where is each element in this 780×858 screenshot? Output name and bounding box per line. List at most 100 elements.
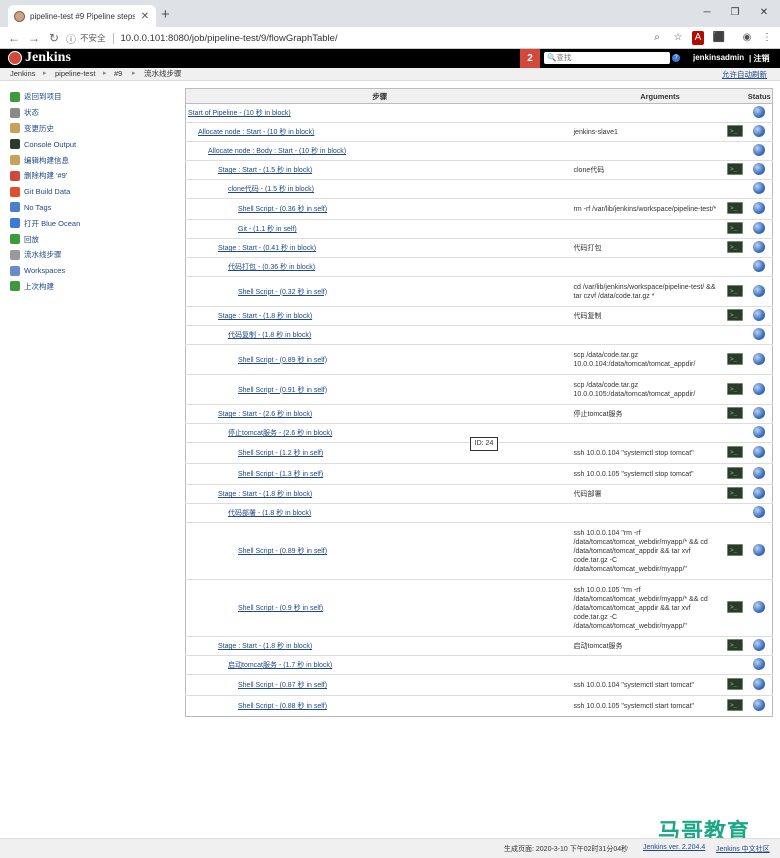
sidebar-item[interactable]: Git Build Data: [10, 184, 170, 200]
breadcrumb-job[interactable]: pipeline-test: [55, 68, 95, 80]
sidebar-item[interactable]: 打开 Blue Ocean: [10, 215, 170, 231]
table-row: Stage : Start - (1.8 秒 in block) 代码部署: [185, 484, 773, 504]
console-output-icon[interactable]: [727, 202, 743, 214]
minimize-icon[interactable]: ─: [693, 4, 721, 22]
step-link[interactable]: 代码打包 - (0.36 秒 in block): [228, 264, 315, 271]
reload-icon[interactable]: ↻: [44, 31, 64, 45]
console-output-icon[interactable]: [727, 163, 743, 175]
console-output-icon[interactable]: [727, 382, 743, 395]
logout-link[interactable]: | 注销: [749, 53, 769, 64]
sidebar-item[interactable]: 编辑构建信息: [10, 152, 170, 168]
step-link[interactable]: Git - (1.1 秒 in self): [238, 226, 297, 233]
console-output-icon[interactable]: [727, 487, 743, 499]
username-link[interactable]: jenkinsadmin: [693, 53, 744, 62]
git-icon: [10, 186, 20, 197]
new-tab-icon[interactable]: +: [161, 7, 170, 22]
step-link[interactable]: Stage : Start - (0.41 秒 in block): [218, 245, 316, 252]
console-output-icon[interactable]: [727, 699, 743, 711]
step-link[interactable]: Allocate node : Start - (10 秒 in block): [198, 129, 314, 136]
extension-icon-2[interactable]: [716, 31, 730, 45]
console-output-icon[interactable]: [727, 678, 743, 690]
console-output-icon[interactable]: [727, 446, 743, 458]
tab-title: pipeline-test #9 Pipeline steps: [30, 11, 135, 21]
help-icon[interactable]: ?: [672, 54, 680, 62]
arguments-cell: rm -rf /var/lib/jenkins/workspace/pipeli…: [573, 198, 724, 220]
step-link[interactable]: clone代码 - (1.5 秒 in block): [228, 186, 314, 193]
column-header-status: Status: [746, 88, 773, 104]
sidebar-item[interactable]: 删除构建 '#9': [10, 168, 170, 184]
breadcrumb-jenkins[interactable]: Jenkins: [10, 68, 35, 80]
console-output-icon[interactable]: [727, 544, 743, 556]
step-link[interactable]: Shell Script - (0.91 秒 in self): [238, 387, 327, 394]
step-link[interactable]: Shell Script - (0.87 秒 in self): [238, 682, 327, 689]
console-output-icon[interactable]: [727, 467, 743, 479]
step-link[interactable]: Shell Script - (0.89 秒 in self): [238, 548, 327, 555]
step-link[interactable]: Shell Script - (0.88 秒 in self): [238, 703, 327, 710]
close-tab-icon[interactable]: ✕: [140, 11, 150, 22]
step-link[interactable]: Allocate node : Body : Start - (10 秒 in …: [208, 148, 346, 155]
notification-badge[interactable]: 2: [520, 49, 540, 68]
step-link[interactable]: Stage : Start - (1.8 秒 in block): [218, 643, 312, 650]
bookmark-star-icon[interactable]: ☆: [671, 31, 685, 45]
status-success-ball-icon: [753, 222, 766, 234]
sidebar-item[interactable]: No Tags: [10, 200, 170, 216]
sidebar-item[interactable]: Console Output: [10, 136, 170, 152]
auto-refresh-link[interactable]: 允许自动刷新: [722, 69, 767, 81]
pdf-extension-icon[interactable]: A: [692, 31, 704, 45]
step-link[interactable]: Stage : Start - (2.6 秒 in block): [218, 411, 312, 418]
step-link[interactable]: 启动tomcat服务 - (1.7 秒 in block): [228, 662, 332, 669]
step-link[interactable]: Shell Script - (0.36 秒 in self): [238, 206, 327, 213]
search-icon[interactable]: ⌕: [650, 31, 664, 45]
community-link[interactable]: Jenkins 中文社区: [716, 844, 770, 854]
profile-icon[interactable]: ◉: [740, 31, 754, 45]
console-output-icon[interactable]: [727, 241, 743, 253]
jenkins-title[interactable]: Jenkins: [25, 50, 71, 66]
step-link[interactable]: Shell Script - (0.89 秒 in self): [238, 357, 327, 364]
step-link[interactable]: Shell Script - (0.9 秒 in self): [238, 605, 323, 612]
breadcrumb-build[interactable]: #9: [114, 68, 122, 80]
forward-icon[interactable]: →: [24, 31, 44, 45]
sidebar-item[interactable]: 返回到项目: [10, 89, 170, 105]
url-text[interactable]: 10.0.0.101:8080/job/pipeline-test/9/flow…: [121, 33, 338, 44]
step-link[interactable]: Shell Script - (1.3 秒 in self): [238, 471, 323, 478]
step-link[interactable]: Shell Script - (0.32 秒 in self): [238, 289, 327, 296]
step-link[interactable]: Shell Script - (1.2 秒 in self): [238, 450, 323, 457]
search-input[interactable]: 🔍查找: [544, 52, 670, 64]
console-output-icon[interactable]: [727, 601, 743, 613]
browser-tab[interactable]: pipeline-test #9 Pipeline steps ✕: [8, 5, 156, 27]
back-icon[interactable]: ←: [4, 31, 24, 45]
console-output-icon[interactable]: [727, 407, 743, 419]
step-link[interactable]: Stage : Start - (1.5 秒 in block): [218, 167, 312, 174]
step-link[interactable]: 停止tomcat服务 - (2.6 秒 in block): [228, 430, 332, 437]
sidebar-item[interactable]: 状态: [10, 105, 170, 121]
step-link[interactable]: Stage : Start - (1.8 秒 in block): [218, 491, 312, 498]
step-link[interactable]: Start of Pipeline - (10 秒 in block): [188, 110, 291, 117]
sidebar-item[interactable]: Workspaces: [10, 263, 170, 279]
menu-icon[interactable]: ⋮: [760, 31, 774, 45]
sidebar-item[interactable]: 回放: [10, 231, 170, 247]
close-window-icon[interactable]: ✕: [750, 4, 778, 22]
generated-timestamp: 生成页面: 2020-3-10 下午02时31分04秒: [504, 846, 629, 853]
sidebar-item[interactable]: 变更历史: [10, 121, 170, 137]
step-link[interactable]: 代码部署 - (1.8 秒 in block): [228, 510, 311, 517]
console-output-icon[interactable]: [727, 125, 743, 137]
arguments-cell: [573, 179, 724, 199]
jenkins-logo-icon[interactable]: [8, 51, 22, 65]
address-bar[interactable]: ⓘ 不安全 10.0.0.101:8080/job/pipeline-test/…: [66, 29, 666, 47]
console-output-icon[interactable]: [727, 639, 743, 651]
step-cell: 停止tomcat服务 - (2.6 秒 in block): [185, 423, 574, 443]
console-output-icon[interactable]: [727, 222, 743, 234]
sidebar-item[interactable]: 流水线步骤: [10, 247, 170, 263]
sidebar-item-label: 编辑构建信息: [24, 155, 69, 165]
console-output-icon[interactable]: [727, 309, 743, 321]
maximize-icon[interactable]: ❐: [721, 4, 749, 22]
table-header-row: 步骤 Arguments Status: [185, 88, 773, 104]
jenkins-version-link[interactable]: Jenkins ver. 2.204.4: [643, 844, 705, 851]
sidebar-item[interactable]: 上次构建: [10, 279, 170, 295]
info-icon[interactable]: ⓘ: [66, 31, 76, 46]
step-link[interactable]: Stage : Start - (1.8 秒 in block): [218, 313, 312, 320]
step-cell: Stage : Start - (1.8 秒 in block): [185, 636, 574, 656]
console-output-icon[interactable]: [727, 284, 743, 297]
console-output-icon[interactable]: [727, 352, 743, 365]
step-link[interactable]: 代码复制 - (1.8 秒 in block): [228, 332, 311, 339]
